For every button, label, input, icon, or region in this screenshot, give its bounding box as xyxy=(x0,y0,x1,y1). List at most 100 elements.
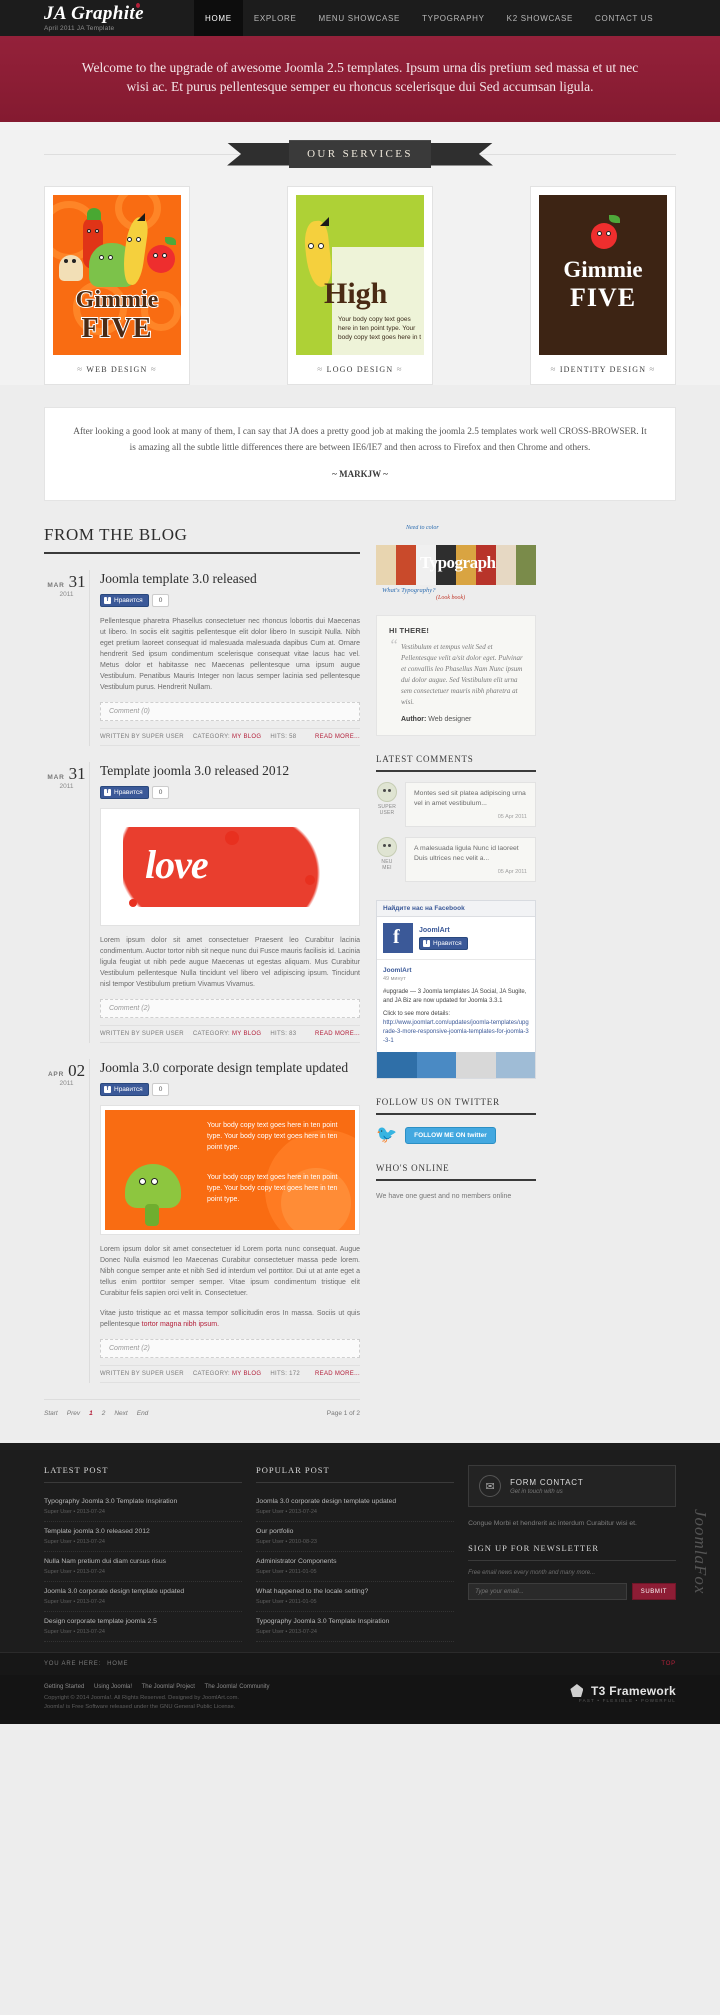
facebook-thumb-strip xyxy=(377,1052,535,1078)
post-read-more[interactable]: READ MORE... xyxy=(315,1371,360,1377)
footer-list-item[interactable]: Joomla 3.0 corporate design template upd… xyxy=(44,1582,243,1612)
post-image: Your body copy text goes here in ten poi… xyxy=(105,1110,355,1230)
nav-item-home[interactable]: HOME xyxy=(194,0,243,36)
testimonial-text: After looking a good look at many of the… xyxy=(73,427,647,453)
facebook-like-label: Нравится xyxy=(114,597,143,604)
facebook-post-author[interactable]: JoomlArt xyxy=(383,966,529,975)
facebook-like-button[interactable]: f Нравится xyxy=(100,1083,149,1096)
twitter-follow-button[interactable]: FOLLOW ME ON twitter xyxy=(405,1126,496,1144)
facebook-widget: Найдите нас на Facebook JoomlArt f Нрави… xyxy=(376,900,536,1079)
footer-link-joomla-project[interactable]: The Joomla! Project xyxy=(142,1684,195,1690)
facebook-post-link[interactable]: http://www.joomlart.com/updates/joomla-t… xyxy=(383,1020,529,1044)
footer-list-item[interactable]: What happened to the locale setting? Sup… xyxy=(256,1582,455,1612)
pagination-prev[interactable]: Prev xyxy=(67,1410,80,1417)
nav-item-explore[interactable]: EXPLORE xyxy=(243,0,308,36)
figure-text-1: Your body copy text goes here in ten poi… xyxy=(207,1122,338,1151)
facebook-post: JoomlArt 49 минут #upgrade — 3 Joomla te… xyxy=(377,960,535,1052)
pagination-page-2[interactable]: 2 xyxy=(102,1410,106,1417)
footer-link-using-joomla[interactable]: Using Joomla! xyxy=(94,1684,132,1690)
newsletter-email-input[interactable] xyxy=(468,1583,627,1600)
post-title[interactable]: Joomla template 3.0 released xyxy=(100,570,360,587)
copyright-left: Getting Started Using Joomla! The Joomla… xyxy=(44,1684,570,1712)
form-contact-box[interactable]: ✉ FORM CONTACT Get in touch with us xyxy=(468,1465,676,1507)
service-caption-logo-design: ≈ LOGO DESIGN ≈ xyxy=(296,355,424,384)
post-read-more[interactable]: READ MORE... xyxy=(315,734,360,740)
nav-item-k2-showcase[interactable]: K2 SHOWCASE xyxy=(496,0,584,36)
post-inline-link[interactable]: tortor magna nibh ipsum. xyxy=(142,1321,219,1328)
footer-item-title: Joomla 3.0 corporate design template upd… xyxy=(44,1588,185,1595)
service-card-logo-design[interactable]: High Your body copy text goes here in te… xyxy=(287,186,433,385)
newsletter-note: Free email news every month and many mor… xyxy=(468,1570,596,1576)
comment-list-item[interactable]: SUPER USER Montes sed sit platea adipisc… xyxy=(376,782,536,827)
footer-link-joomla-community[interactable]: The Joomla! Community xyxy=(205,1684,270,1690)
breadcrumb-item-home[interactable]: HOME xyxy=(107,1661,128,1667)
back-to-top-link[interactable]: TOP xyxy=(661,1661,676,1667)
pagination-next[interactable]: Next xyxy=(114,1410,127,1417)
comment-input[interactable]: Comment (2) xyxy=(100,1339,360,1358)
facebook-icon: f xyxy=(104,597,111,604)
logo[interactable]: JA Graphite April 2011 JA Template xyxy=(44,3,144,32)
facebook-like-count: 0 xyxy=(151,1083,170,1096)
footer-item-meta: Super User • 2013-07-24 xyxy=(44,1539,105,1545)
comment-input[interactable]: Comment (2) xyxy=(100,999,360,1018)
content-area: FROM THE BLOG MAR 31 2011 Joomla templat… xyxy=(0,525,720,1443)
facebook-logo-icon xyxy=(383,923,413,953)
post-meta: WRITTEN BY SUPER USER CATEGORY: MY BLOG … xyxy=(100,1365,360,1383)
facebook-like-row: f Нравится 0 xyxy=(100,786,360,799)
facebook-page-row[interactable]: JoomlArt f Нравится xyxy=(377,917,535,960)
comment-avatar: NEU MEI xyxy=(376,837,398,882)
facebook-page-like-label: Нравится xyxy=(433,939,462,947)
post-title[interactable]: Template joomla 3.0 released 2012 xyxy=(100,762,360,779)
post-hits: HITS: 172 xyxy=(270,1371,301,1377)
post-category-link[interactable]: MY BLOG xyxy=(232,1031,261,1037)
nav-item-contact-us[interactable]: CONTACT US xyxy=(584,0,664,36)
footer-list-item[interactable]: Our portfolio Super User • 2010-08-23 xyxy=(256,1522,455,1552)
service-card-identity-design[interactable]: Gimmie FIVE ≈ IDENTITY DESIGN ≈ xyxy=(530,186,676,385)
t3-framework-logo[interactable]: T3 Framework Fast • Flexible • Powerful xyxy=(570,1684,676,1703)
typography-banner[interactable]: Need to color Typograph What's Typograph… xyxy=(376,525,536,601)
footer-link-getting-started[interactable]: Getting Started xyxy=(44,1684,84,1690)
post-body: Template joomla 3.0 released 2012 f Нрав… xyxy=(100,762,360,1043)
comment-input[interactable]: Comment (0) xyxy=(100,702,360,721)
service-card-web-design[interactable]: Gimmie FIVE ≈ WEB DESIGN ≈ xyxy=(44,186,190,385)
banner-note-bottom-2: (Look book) xyxy=(436,595,466,601)
facebook-page-like-button[interactable]: f Нравится xyxy=(419,936,468,950)
facebook-like-label: Нравится xyxy=(114,1086,143,1093)
footer-list-item[interactable]: Typography Joomla 3.0 Template Inspirati… xyxy=(44,1492,243,1522)
facebook-post-cta: Click to see more details: xyxy=(383,1011,451,1017)
nav-item-typography[interactable]: TYPOGRAPHY xyxy=(411,0,496,36)
post-category-link[interactable]: MY BLOG xyxy=(232,1371,261,1377)
facebook-like-row: f Нравится 0 xyxy=(100,1083,360,1096)
footer-bottom-links: Getting Started Using Joomla! The Joomla… xyxy=(44,1684,570,1690)
service-image-identity-design: Gimmie FIVE xyxy=(539,195,667,355)
footer-list-item[interactable]: Administrator Components Super User • 20… xyxy=(256,1552,455,1582)
pagination-end[interactable]: End xyxy=(137,1410,149,1417)
blog-post: MAR 31 2011 Joomla template 3.0 released… xyxy=(44,570,360,746)
facebook-like-button[interactable]: f Нравится xyxy=(100,594,149,607)
post-date: MAR 31 2011 xyxy=(44,570,90,746)
post-category-label: CATEGORY: xyxy=(192,734,231,740)
footer-list-item[interactable]: Joomla 3.0 corporate design template upd… xyxy=(256,1492,455,1522)
pagination-start[interactable]: Start xyxy=(44,1410,58,1417)
post-figure-broccoli: Your body copy text goes here in ten poi… xyxy=(100,1105,360,1235)
post-category-link[interactable]: MY BLOG xyxy=(232,734,261,740)
post-month: MAR xyxy=(47,582,65,589)
post-text-2: Vitae justo tristique ac et massa tempor… xyxy=(100,1308,360,1330)
footer-list-item[interactable]: Design corporate template joomla 2.5 Sup… xyxy=(44,1612,243,1642)
post-title[interactable]: Joomla 3.0 corporate design template upd… xyxy=(100,1059,360,1076)
footer-list-item[interactable]: Nulla Nam pretium dui diam cursus risus … xyxy=(44,1552,243,1582)
smiley-face-icon xyxy=(377,782,397,802)
footer-list-item[interactable]: Template joomla 3.0 released 2012 Super … xyxy=(44,1522,243,1552)
post-read-more[interactable]: READ MORE... xyxy=(315,1031,360,1037)
footer-item-meta: Super User • 2010-08-23 xyxy=(256,1539,317,1545)
newsletter-submit-button[interactable]: SUBMIT xyxy=(631,1583,676,1600)
nav-item-menu-showcase[interactable]: MENU SHOWCASE xyxy=(308,0,412,36)
comment-list-item[interactable]: NEU MEI A malesuada ligula Nunc id laore… xyxy=(376,837,536,882)
facebook-like-button[interactable]: f Нравится xyxy=(100,786,149,799)
post-text: Pellentesque pharetra Phasellus consecte… xyxy=(100,618,360,691)
post-meta: WRITTEN BY SUPER USER CATEGORY: MY BLOG … xyxy=(100,1025,360,1043)
footer-list-item[interactable]: Typography Joomla 3.0 Template Inspirati… xyxy=(256,1612,455,1642)
copyright-bar: Getting Started Using Joomla! The Joomla… xyxy=(0,1675,720,1724)
pagination-page-1[interactable]: 1 xyxy=(89,1410,93,1417)
post-author: WRITTEN BY SUPER USER xyxy=(100,1371,184,1377)
